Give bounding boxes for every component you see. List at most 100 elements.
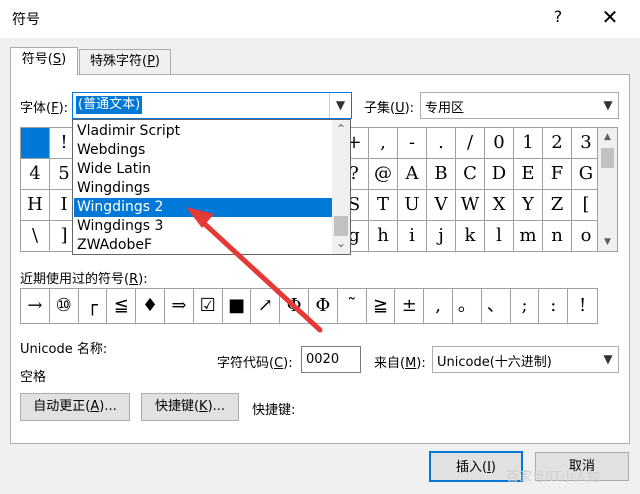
recent-symbol-cell[interactable]: , xyxy=(424,289,453,323)
autocorrect-button[interactable]: 自动更正(A)... xyxy=(20,393,130,421)
recent-symbol-cell[interactable]: ⇒ xyxy=(165,289,194,323)
font-label: 字体(F): xyxy=(20,97,68,116)
symbol-cell[interactable]: Y xyxy=(514,190,543,221)
from-label: 来自(M): xyxy=(374,352,426,371)
from-select[interactable]: Unicode(十六进制) ▼ xyxy=(432,346,619,373)
subset-select-value: 专用区 xyxy=(425,101,465,116)
symbol-cell[interactable]: 3 xyxy=(572,128,597,159)
font-dropdown-scroll-thumb[interactable] xyxy=(334,216,348,236)
symbol-cell[interactable]: E xyxy=(514,159,543,190)
symbol-cell[interactable]: \ xyxy=(21,221,50,251)
font-list-item[interactable]: Webdings xyxy=(74,141,332,160)
symbol-cell[interactable]: . xyxy=(427,128,456,159)
recent-symbol-cell[interactable]: ; xyxy=(511,289,540,323)
symbol-cell[interactable]: h xyxy=(369,221,398,251)
recent-symbol-cell[interactable]: : xyxy=(539,289,569,323)
symbol-cell[interactable]: 2 xyxy=(543,128,572,159)
char-code-label-key: C xyxy=(274,356,284,371)
unicode-name-label: Unicode 名称: xyxy=(20,342,108,357)
symbol-cell[interactable]: D xyxy=(485,159,514,190)
insert-end: ) xyxy=(490,460,496,475)
chevron-down-icon[interactable]: ▼ xyxy=(598,347,618,372)
symbol-cell[interactable]: @ xyxy=(369,159,398,190)
symbol-cell[interactable]: T xyxy=(369,190,398,221)
symbol-cell[interactable]: 4 xyxy=(21,159,50,190)
close-icon[interactable]: ✕ xyxy=(598,5,622,29)
scroll-up-icon[interactable]: ▲ xyxy=(598,128,617,146)
char-code-label: 字符代码(C): xyxy=(217,352,293,371)
symbol-cell[interactable]: 1 xyxy=(514,128,543,159)
subset-select[interactable]: 专用区 ▼ xyxy=(420,92,619,119)
recent-label-text: 近期使用过的符号( xyxy=(20,272,130,287)
recent-symbol-cell[interactable]: ≧ xyxy=(367,289,396,323)
symbol-cell[interactable]: k xyxy=(456,221,485,251)
symbol-cell[interactable]: Z xyxy=(543,190,572,221)
recent-symbols-label: 近期使用过的符号(R): xyxy=(20,268,148,287)
chevron-up-icon[interactable]: ⌃ xyxy=(332,122,350,138)
symbol-cell[interactable]: V xyxy=(427,190,456,221)
symbol-cell[interactable]: H xyxy=(21,190,50,221)
symbol-cell[interactable]: - xyxy=(398,128,427,159)
autocorrect-label: 自动更正( xyxy=(33,399,91,414)
symbol-cell[interactable]: X xyxy=(485,190,514,221)
symbol-cell[interactable]: , xyxy=(369,128,398,159)
font-list-item[interactable]: Wingdings 2 xyxy=(74,198,332,217)
recent-symbol-cell[interactable]: ± xyxy=(395,289,425,323)
font-list-item[interactable]: ZWAdobeF xyxy=(74,236,332,255)
chevron-down-icon[interactable]: ⌄ xyxy=(332,236,350,252)
symbol-cell[interactable]: j xyxy=(427,221,456,251)
recent-symbol-cell[interactable]: ˜ xyxy=(338,289,367,323)
symbol-cell[interactable]: m xyxy=(514,221,543,251)
recent-symbol-cell[interactable]: Φ xyxy=(280,289,309,323)
recent-symbol-cell[interactable]: 。 xyxy=(453,289,482,323)
recent-symbol-cell[interactable]: ↗ xyxy=(251,289,281,323)
recent-symbol-cell[interactable]: ┌ xyxy=(79,289,108,323)
symbol-cell[interactable] xyxy=(21,128,50,159)
chevron-down-icon[interactable]: ▼ xyxy=(329,93,351,118)
font-list-item[interactable]: Wingdings xyxy=(74,179,332,198)
recent-symbol-cell[interactable]: ! xyxy=(568,289,597,323)
symbol-cell[interactable]: l xyxy=(485,221,514,251)
grid-scrollbar[interactable]: ▲ ▼ xyxy=(598,127,618,252)
symbol-cell[interactable]: A xyxy=(398,159,427,190)
symbol-cell[interactable]: i xyxy=(398,221,427,251)
symbol-cell[interactable]: o xyxy=(572,221,597,251)
font-dropdown-scrollbar[interactable]: ⌃ ⌄ xyxy=(332,120,350,254)
subset-label-key: U xyxy=(395,101,405,116)
symbol-cell[interactable]: / xyxy=(456,128,485,159)
symbol-cell[interactable]: n xyxy=(543,221,572,251)
scroll-down-icon[interactable]: ▼ xyxy=(598,233,617,251)
char-code-input[interactable]: 0020 xyxy=(301,346,361,373)
tab-symbols[interactable]: 符号(S) xyxy=(10,47,78,75)
recent-symbol-cell[interactable]: ≦ xyxy=(107,289,137,323)
grid-scroll-thumb[interactable] xyxy=(601,148,614,168)
help-button[interactable]: ? xyxy=(546,7,570,29)
font-list-item[interactable]: Wide Latin xyxy=(74,160,332,179)
shortcut-key-button[interactable]: 快捷键(K)... xyxy=(141,393,239,421)
recent-symbols[interactable]: → ⑩ ┌ ≦ ♦ ⇒ ☑ ■ ↗ Φ Φ ˜ ≧ ±,。、;:! xyxy=(20,288,598,324)
tab-special-end: ) xyxy=(154,54,160,69)
recent-symbol-cell[interactable]: ⑩ xyxy=(50,289,79,323)
chevron-down-icon[interactable]: ▼ xyxy=(598,93,618,118)
symbol-cell[interactable]: G xyxy=(572,159,597,190)
symbol-cell[interactable]: 0 xyxy=(485,128,514,159)
symbol-cell[interactable]: U xyxy=(398,190,427,221)
tab-special-label: 特殊字符( xyxy=(90,54,148,69)
recent-symbol-cell[interactable]: ☑ xyxy=(194,289,223,323)
font-dropdown-list[interactable]: Vladimir Script Webdings Wide Latin Wingdin… xyxy=(72,119,351,255)
symbol-cell[interactable]: F xyxy=(543,159,572,190)
symbol-cell[interactable]: B xyxy=(427,159,456,190)
recent-symbol-cell[interactable]: Φ xyxy=(309,289,338,323)
font-list-item[interactable]: Vladimir Script xyxy=(74,122,332,141)
tab-special-key: P xyxy=(147,54,155,69)
recent-symbol-cell[interactable]: ♦ xyxy=(136,289,165,323)
recent-symbol-cell[interactable]: → xyxy=(21,289,50,323)
font-list-item[interactable]: Wingdings 3 xyxy=(74,217,332,236)
tab-special-characters[interactable]: 特殊字符(P) xyxy=(79,49,171,75)
recent-symbol-cell[interactable]: 、 xyxy=(482,289,511,323)
font-select[interactable]: (普通文本) ▼ xyxy=(72,92,352,119)
symbol-cell[interactable]: [ xyxy=(572,190,597,221)
symbol-cell[interactable]: C xyxy=(456,159,485,190)
recent-symbol-cell[interactable]: ■ xyxy=(223,289,252,323)
symbol-cell[interactable]: W xyxy=(456,190,485,221)
